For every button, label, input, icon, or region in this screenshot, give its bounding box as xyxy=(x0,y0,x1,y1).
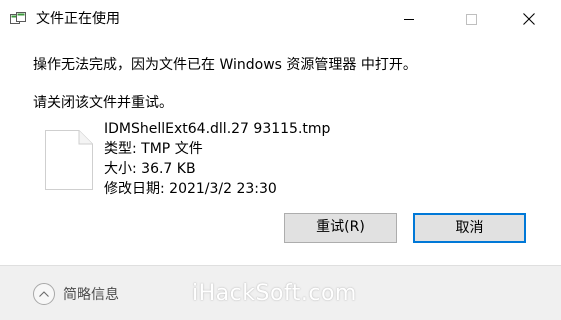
instruction-text: 请关闭该文件并重试。 xyxy=(33,95,173,111)
maximize-icon xyxy=(465,13,477,25)
file-details: IDMShellExt64.dll.27 93115.tmp 类型: TMP 文… xyxy=(104,119,330,199)
file-in-use-dialog: 文件正在使用 操作无法完成，因为文件已在 Windows 资源管理器 中打开。 … xyxy=(0,0,561,320)
file-type: 类型: TMP 文件 xyxy=(104,141,203,157)
watermark: iHackSoft.com xyxy=(192,281,357,306)
file-modified-date: 修改日期: 2021/3/2 23:30 xyxy=(104,181,277,197)
window-title: 文件正在使用 xyxy=(36,11,120,27)
fewer-details-toggle[interactable]: 简略信息 xyxy=(33,281,119,307)
error-message: 操作无法完成，因为文件已在 Windows 资源管理器 中打开。 xyxy=(33,57,417,73)
close-icon xyxy=(523,13,535,25)
chevron-up-icon xyxy=(33,283,55,305)
retry-button[interactable]: 重试(R) xyxy=(284,213,397,243)
dialog-footer: 简略信息 iHackSoft.com xyxy=(0,265,561,320)
close-button[interactable] xyxy=(506,0,552,38)
fewer-details-label: 简略信息 xyxy=(63,287,119,303)
file-size: 大小: 36.7 KB xyxy=(104,161,196,177)
file-name: IDMShellExt64.dll.27 93115.tmp xyxy=(104,121,331,137)
maximize-button[interactable] xyxy=(448,0,494,38)
title-bar[interactable]: 文件正在使用 xyxy=(0,0,561,38)
minimize-icon xyxy=(403,18,414,20)
file-in-use-icon xyxy=(10,12,26,24)
document-icon xyxy=(45,130,93,190)
cancel-button[interactable]: 取消 xyxy=(413,213,526,243)
minimize-button[interactable] xyxy=(386,0,432,38)
